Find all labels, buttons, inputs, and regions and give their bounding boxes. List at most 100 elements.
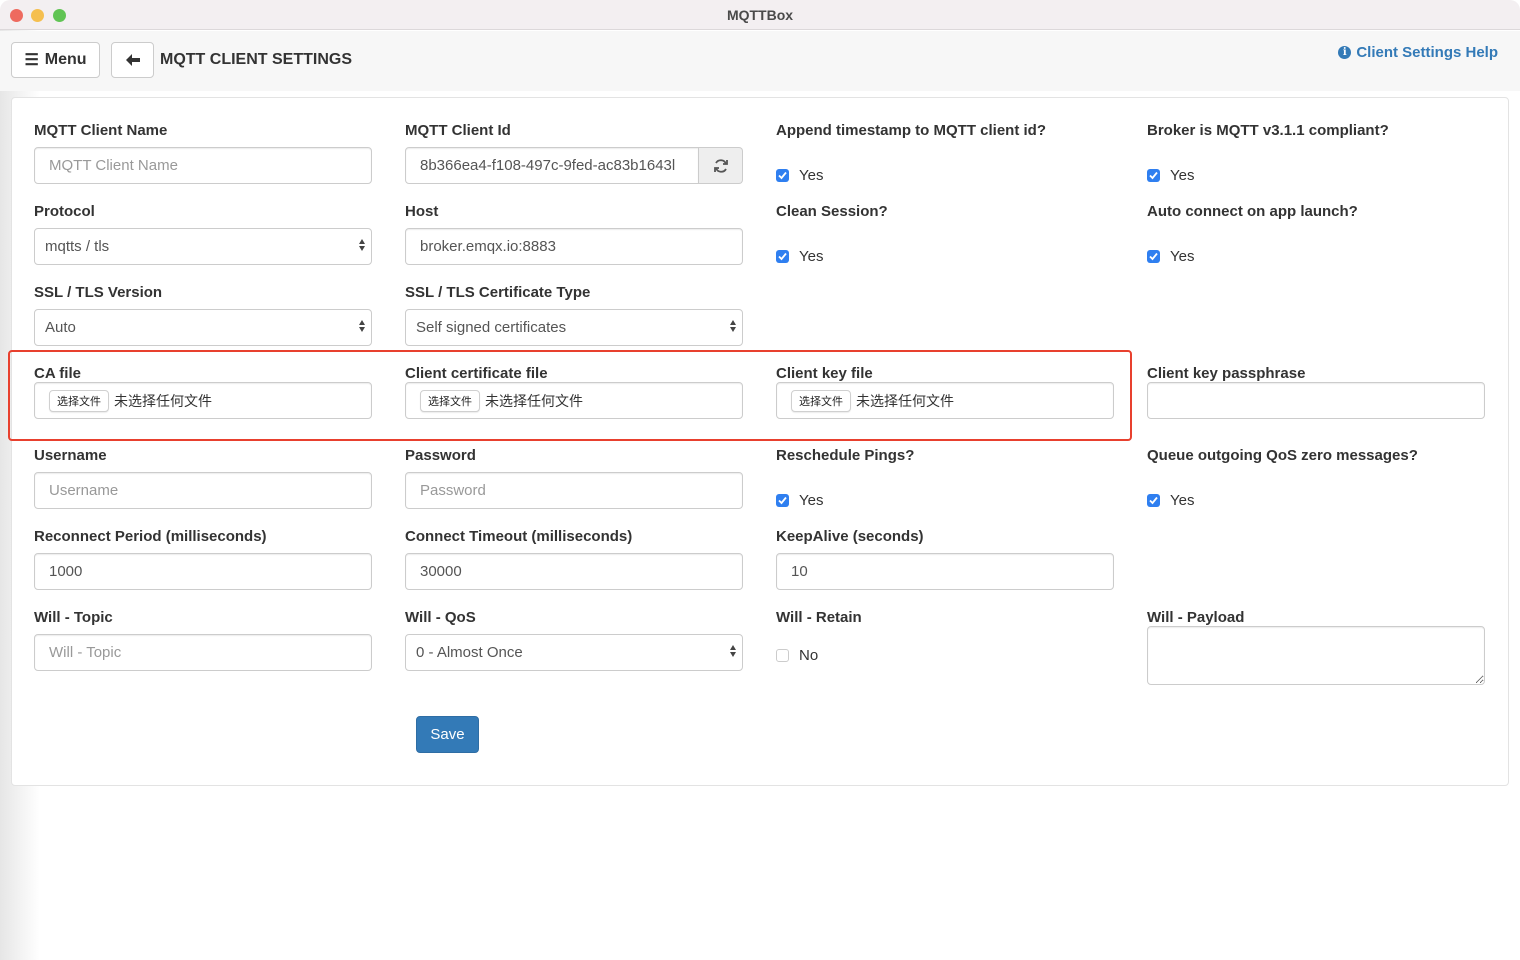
checkmark-icon xyxy=(778,252,787,261)
window-title: MQTTBox xyxy=(726,7,794,23)
will-retain-option: No xyxy=(799,647,819,664)
select-arrows-icon xyxy=(358,320,366,332)
will-payload-field: Will - Payload xyxy=(1147,609,1485,685)
queue-qos-zero-field: Queue outgoing QoS zero messages? Yes xyxy=(1147,447,1485,509)
auto-connect-checkbox-row[interactable]: Yes xyxy=(1147,248,1194,265)
client-id-input[interactable] xyxy=(405,147,699,184)
info-icon: i xyxy=(1338,46,1352,59)
ssl-version-select[interactable]: Auto xyxy=(34,309,372,346)
help-link-label: Client Settings Help xyxy=(1356,44,1498,61)
connect-timeout-input[interactable] xyxy=(405,553,743,590)
will-payload-textarea[interactable] xyxy=(1147,626,1485,685)
cert-type-field: SSL / TLS Certificate Type Self signed c… xyxy=(405,284,743,346)
keepalive-field: KeepAlive (seconds) xyxy=(776,528,1114,590)
reconnect-period-label: Reconnect Period (milliseconds) xyxy=(34,528,267,545)
reconnect-period-input[interactable] xyxy=(34,553,372,590)
client-name-field: MQTT Client Name xyxy=(34,122,372,184)
cert-type-label: SSL / TLS Certificate Type xyxy=(405,284,591,301)
client-settings-help-link[interactable]: i Client Settings Help xyxy=(1338,44,1498,61)
append-timestamp-field: Append timestamp to MQTT client id? Yes xyxy=(776,122,1114,184)
mqtt-v311-label: Broker is MQTT v3.1.1 compliant? xyxy=(1147,122,1389,139)
password-input[interactable] xyxy=(405,472,743,509)
select-arrows-icon xyxy=(358,239,366,251)
reschedule-pings-checkbox[interactable] xyxy=(776,494,789,507)
clean-session-checkbox[interactable] xyxy=(776,250,789,263)
reschedule-pings-checkbox-row[interactable]: Yes xyxy=(776,492,823,509)
queue-qos-zero-option: Yes xyxy=(1170,492,1195,509)
client-key-passphrase-input[interactable] xyxy=(1147,382,1485,419)
save-button[interactable]: Save xyxy=(416,716,479,753)
username-input[interactable] xyxy=(34,472,372,509)
client-cert-file-label: Client certificate file xyxy=(405,365,548,382)
host-field: Host xyxy=(405,203,743,265)
client-cert-file-status: 未选择任何文件 xyxy=(485,392,583,409)
will-topic-input[interactable] xyxy=(34,634,372,671)
auto-connect-checkbox[interactable] xyxy=(1147,250,1160,263)
will-qos-select[interactable]: 0 - Almost Once xyxy=(405,634,743,671)
will-topic-field: Will - Topic xyxy=(34,609,372,671)
ca-file-input[interactable]: 选择文件 未选择任何文件 xyxy=(34,382,372,419)
protocol-value: mqtts / tls xyxy=(45,238,110,255)
queue-qos-zero-checkbox-row[interactable]: Yes xyxy=(1147,492,1194,509)
client-id-label: MQTT Client Id xyxy=(405,122,511,139)
ca-file-choose-button[interactable]: 选择文件 xyxy=(49,389,109,412)
client-cert-choose-button[interactable]: 选择文件 xyxy=(420,389,480,412)
queue-qos-zero-checkbox[interactable] xyxy=(1147,494,1160,507)
reschedule-pings-label: Reschedule Pings? xyxy=(776,447,915,464)
hamburger-icon: ☰ xyxy=(24,52,39,69)
client-id-group xyxy=(405,147,743,184)
window-titlebar: MQTTBox xyxy=(0,0,1520,30)
host-input[interactable] xyxy=(405,228,743,265)
client-name-label: MQTT Client Name xyxy=(34,122,168,139)
auto-connect-option: Yes xyxy=(1170,248,1195,265)
append-timestamp-checkbox[interactable] xyxy=(776,169,789,182)
client-cert-file-field: Client certificate file 选择文件 未选择任何文件 xyxy=(405,365,743,419)
top-bar: ☰ Menu MQTT CLIENT SETTINGS i Client Set… xyxy=(0,31,1520,91)
clean-session-field: Clean Session? Yes xyxy=(776,203,1114,265)
client-key-choose-button[interactable]: 选择文件 xyxy=(791,389,851,412)
menu-button[interactable]: ☰ Menu xyxy=(11,42,100,78)
client-name-input[interactable] xyxy=(34,147,372,184)
client-key-file-input[interactable]: 选择文件 未选择任何文件 xyxy=(776,382,1114,419)
host-label: Host xyxy=(405,203,439,220)
back-button[interactable] xyxy=(111,42,154,78)
password-label: Password xyxy=(405,447,476,464)
auto-connect-label: Auto connect on app launch? xyxy=(1147,203,1358,220)
page-title: MQTT CLIENT SETTINGS xyxy=(160,51,352,68)
protocol-select[interactable]: mqtts / tls xyxy=(34,228,372,265)
mqtt-v311-checkbox-row[interactable]: Yes xyxy=(1147,167,1194,184)
username-field: Username xyxy=(34,447,372,509)
append-timestamp-checkbox-row[interactable]: Yes xyxy=(776,167,823,184)
username-label: Username xyxy=(34,447,107,464)
cert-type-select[interactable]: Self signed certificates xyxy=(405,309,743,346)
will-qos-value: 0 - Almost Once xyxy=(416,644,523,661)
password-field: Password xyxy=(405,447,743,509)
checkmark-icon xyxy=(1149,171,1158,180)
cert-type-value: Self signed certificates xyxy=(416,319,567,336)
will-retain-field: Will - Retain No xyxy=(776,609,1114,664)
queue-qos-zero-label: Queue outgoing QoS zero messages? xyxy=(1147,447,1418,464)
client-key-file-field: Client key file 选择文件 未选择任何文件 xyxy=(776,365,1114,419)
clean-session-checkbox-row[interactable]: Yes xyxy=(776,248,823,265)
ca-file-label: CA file xyxy=(34,365,81,382)
ca-file-field: CA file 选择文件 未选择任何文件 xyxy=(34,365,372,419)
checkmark-icon xyxy=(778,496,787,505)
client-cert-file-input[interactable]: 选择文件 未选择任何文件 xyxy=(405,382,743,419)
keepalive-input[interactable] xyxy=(776,553,1114,590)
ca-file-status: 未选择任何文件 xyxy=(114,392,212,409)
will-retain-checkbox-row[interactable]: No xyxy=(776,647,818,664)
clean-session-option: Yes xyxy=(799,248,824,265)
mqtt-v311-checkbox[interactable] xyxy=(1147,169,1160,182)
regenerate-client-id-button[interactable] xyxy=(699,147,743,184)
keepalive-label: KeepAlive (seconds) xyxy=(776,528,924,545)
auto-connect-field: Auto connect on app launch? Yes xyxy=(1147,203,1485,265)
mqtt-v311-field: Broker is MQTT v3.1.1 compliant? Yes xyxy=(1147,122,1485,184)
ssl-version-value: Auto xyxy=(45,319,76,336)
will-retain-checkbox[interactable] xyxy=(776,649,789,662)
will-payload-label: Will - Payload xyxy=(1147,609,1245,626)
connect-timeout-field: Connect Timeout (milliseconds) xyxy=(405,528,743,590)
protocol-field: Protocol mqtts / tls xyxy=(34,203,372,265)
clean-session-label: Clean Session? xyxy=(776,203,888,220)
select-arrows-icon xyxy=(729,320,737,332)
checkmark-icon xyxy=(1149,252,1158,261)
